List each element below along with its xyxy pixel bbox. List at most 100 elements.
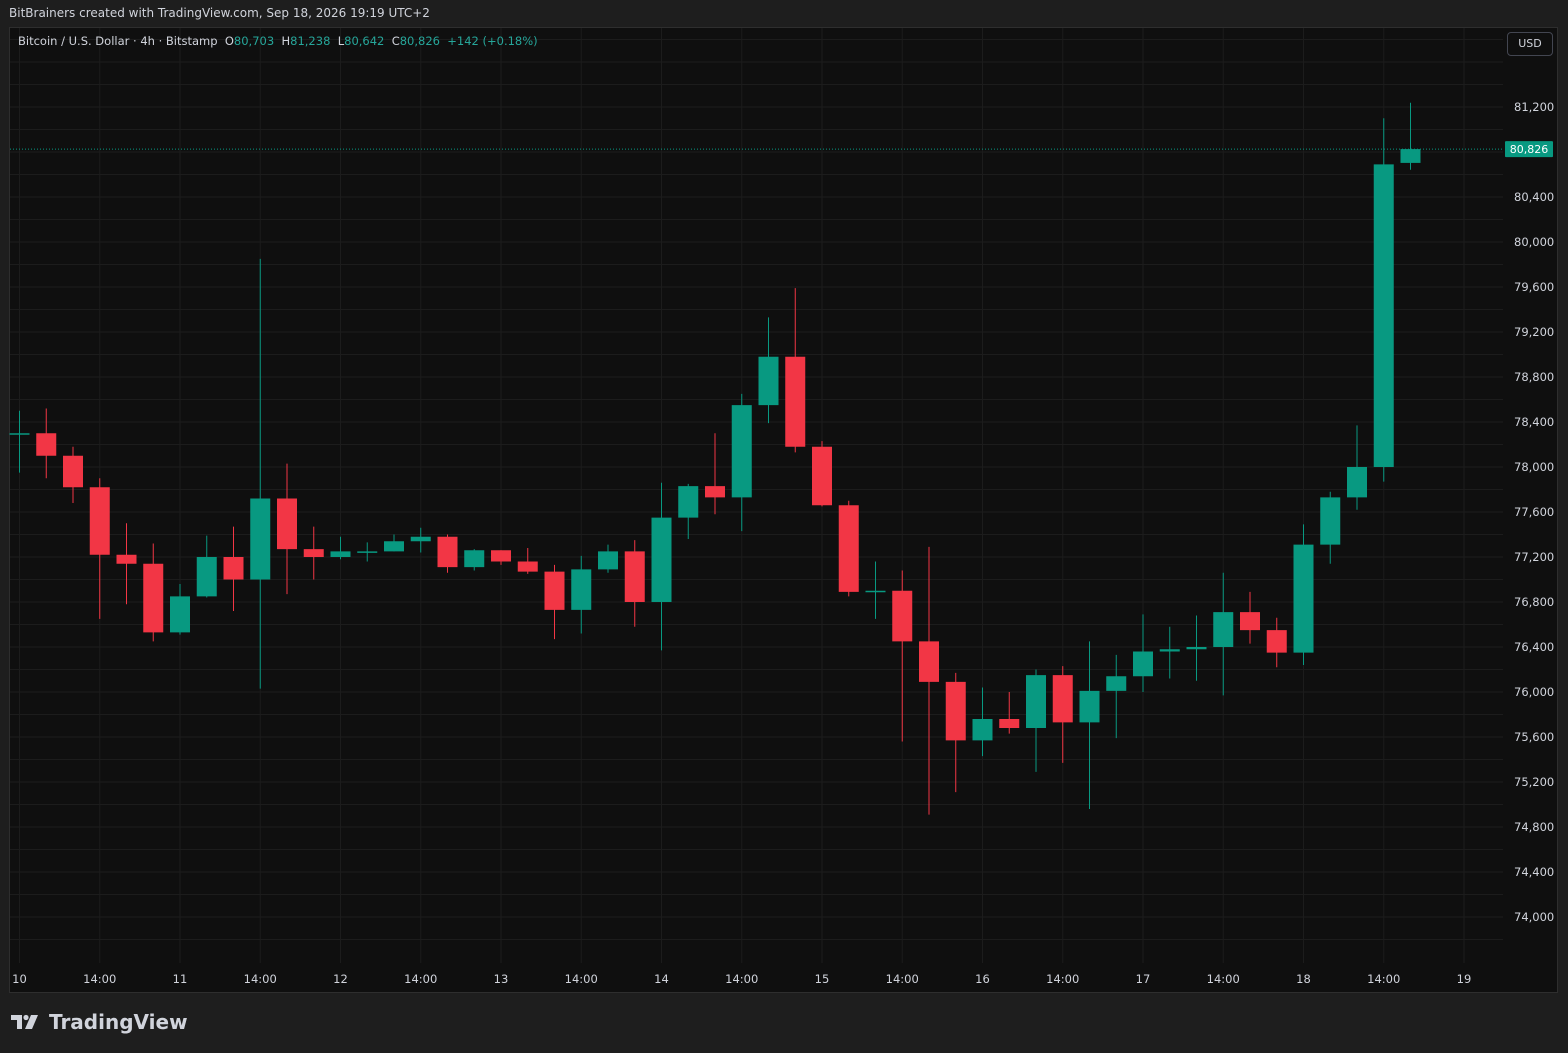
candle-body: [945, 681, 966, 741]
candle-body: [143, 563, 164, 633]
x-tick-time-label: 14:00: [404, 972, 437, 986]
tradingview-logo-icon: [11, 1014, 38, 1029]
y-tick-label: 78,800: [1514, 370, 1554, 384]
candle-body: [865, 590, 886, 593]
candle-up: [1293, 524, 1314, 665]
candle-up: [1026, 669, 1046, 772]
candle-up: [1186, 615, 1207, 681]
y-tick-label: 78,000: [1514, 460, 1554, 474]
y-tick-label: 75,200: [1514, 775, 1554, 789]
candle-up: [170, 584, 190, 635]
y-tick-label: 79,200: [1514, 325, 1554, 339]
candle-body: [1052, 675, 1073, 723]
y-tick-label: 75,600: [1514, 730, 1554, 744]
candle-body: [678, 486, 699, 518]
y-tick-label: 78,400: [1514, 415, 1554, 429]
candle-body: [1347, 467, 1367, 498]
x-tick-time-label: 14:00: [886, 972, 919, 986]
candle-down: [785, 288, 806, 453]
candle-body: [9, 433, 30, 435]
x-tick-time-label: 14:00: [725, 972, 758, 986]
candle-down: [624, 540, 645, 627]
low-value: 80,642: [344, 34, 385, 48]
candle-up: [330, 536, 351, 560]
last-price-label: 80,826: [1510, 143, 1549, 156]
candle-body: [36, 433, 57, 456]
candle-down: [491, 550, 511, 565]
y-tick-label: 79,600: [1514, 280, 1554, 294]
brand-name: TradingView: [49, 1010, 188, 1034]
candle-down: [812, 441, 832, 507]
candle-body: [330, 551, 351, 557]
x-tick-time-label: 14:00: [1046, 972, 1079, 986]
candle-body: [1106, 676, 1127, 691]
candle-up: [598, 544, 618, 573]
candle-up: [1347, 425, 1367, 510]
candle-down: [223, 526, 244, 611]
candle-up: [1373, 118, 1394, 482]
candle-down: [1052, 666, 1073, 763]
chart-legend: Bitcoin / U.S. Dollar · 4h · Bitstamp O8…: [18, 34, 538, 48]
candle-body: [758, 356, 779, 406]
candle-down: [116, 523, 137, 605]
open-label: O: [224, 34, 234, 48]
high-label: H: [281, 34, 291, 48]
x-tick-time-label: 14:00: [1367, 972, 1400, 986]
y-tick-label: 80,400: [1514, 190, 1554, 204]
candle-up: [1213, 572, 1234, 696]
candle-down: [999, 692, 1020, 734]
candle-body: [1026, 675, 1046, 728]
candle-up: [384, 534, 404, 552]
y-tick-label: 76,400: [1514, 640, 1554, 654]
candle-body: [116, 554, 137, 564]
tradingview-logo[interactable]: TradingView: [11, 1010, 188, 1034]
candle-up: [357, 542, 378, 562]
candle-body: [384, 541, 404, 552]
candle-down: [945, 672, 966, 793]
candle-up: [1079, 641, 1100, 809]
last-price-marker: 80,826: [10, 141, 1553, 158]
candle-body: [892, 590, 913, 642]
x-tick-day-label: 17: [1136, 972, 1151, 986]
candles: [9, 102, 1421, 815]
candle-body: [1159, 649, 1180, 652]
candlestick-chart[interactable]: 74,000 74,400 74,800 75,200 75,600 76,000 76,4…: [0, 0, 1568, 1053]
candle-up: [196, 535, 217, 598]
x-tick-day-label: 10: [12, 972, 27, 986]
y-tick-label: 74,800: [1514, 820, 1554, 834]
candle-body: [250, 498, 271, 580]
candle-down: [544, 564, 565, 640]
candle-up: [410, 527, 431, 553]
candle-body: [1293, 544, 1314, 653]
candle-body: [1320, 497, 1341, 545]
x-tick-time-label: 14:00: [1207, 972, 1240, 986]
candle-body: [812, 446, 832, 506]
candle-body: [972, 719, 993, 741]
candle-body: [1240, 612, 1260, 631]
candle-body: [999, 719, 1020, 728]
y-tick-label: 77,200: [1514, 550, 1554, 564]
candle-body: [1079, 690, 1100, 723]
candle-body: [598, 551, 618, 570]
candle-up: [1106, 654, 1127, 739]
candle-body: [624, 551, 645, 602]
candle-body: [651, 517, 672, 602]
candle-up: [651, 482, 672, 651]
candle-up: [9, 410, 30, 473]
open-value: 80,703: [233, 34, 275, 48]
candle-body: [303, 549, 324, 557]
currency-button[interactable]: USD: [1507, 32, 1553, 56]
candle-down: [705, 433, 725, 515]
candle-up: [865, 561, 886, 619]
change-value: +142 (+0.18%): [447, 34, 538, 48]
candle-down: [63, 446, 83, 503]
candle-body: [196, 557, 217, 597]
candle-body: [277, 498, 297, 550]
candle-down: [919, 546, 939, 815]
candle-body: [491, 550, 511, 562]
candle-body: [1133, 651, 1153, 677]
candle-up: [731, 393, 752, 532]
candle-up: [972, 687, 993, 757]
y-tick-label: 80,000: [1514, 235, 1554, 249]
candle-body: [705, 486, 725, 498]
